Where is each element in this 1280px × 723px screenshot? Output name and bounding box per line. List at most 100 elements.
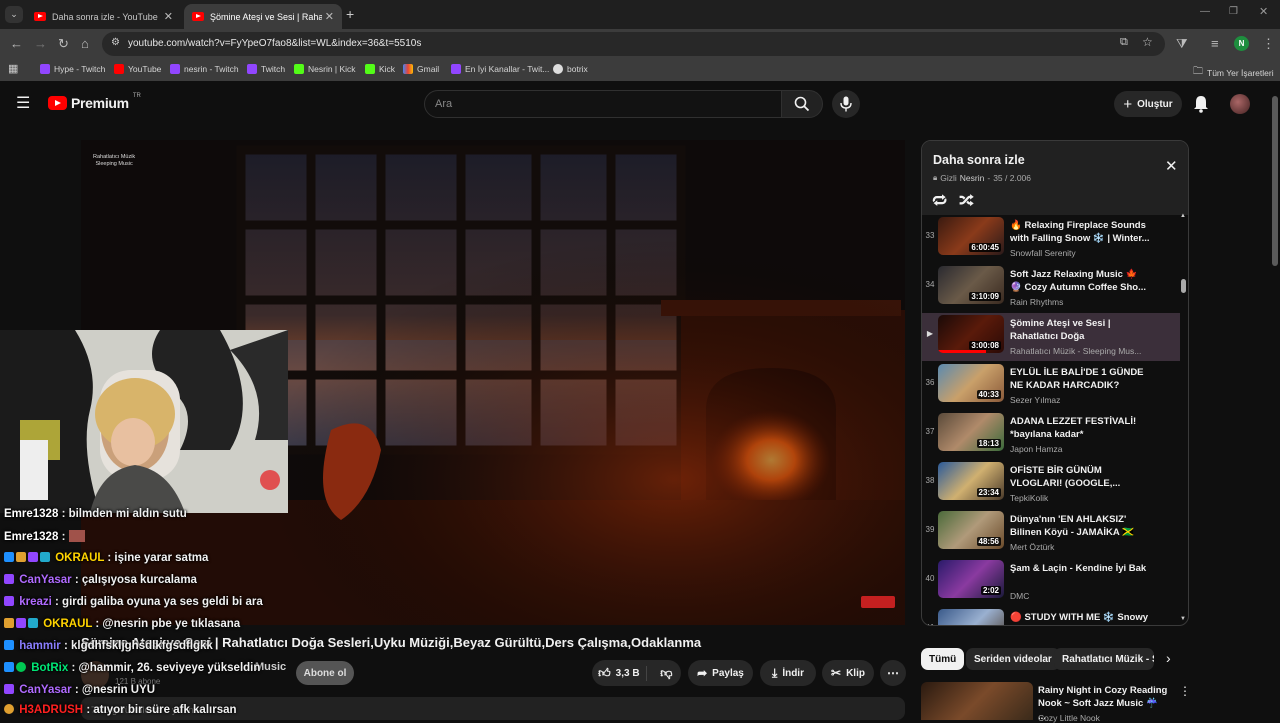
recommended-video[interactable]: Rainy Night in Cozy Reading Nook ~ Soft … xyxy=(921,682,1191,723)
bookmark-botrix[interactable]: botrix xyxy=(553,64,588,74)
close-tab-icon[interactable]: ✕ xyxy=(164,10,173,23)
chip-series-videos[interactable]: Seriden videolar xyxy=(966,648,1060,670)
logo-text: Premium xyxy=(71,95,129,111)
chat-message: Emre1328 : bilmden mi aldın sutu xyxy=(4,508,187,520)
bookmark-label: En İyi Kanallar - Twit... xyxy=(465,64,550,74)
close-window-icon[interactable]: ✕ xyxy=(1259,5,1268,18)
chip-all[interactable]: Tümü xyxy=(921,648,965,670)
playlist-item[interactable]: 37 18:13 ADANA LEZZET FESTİVALİ! *bayıla… xyxy=(922,411,1180,459)
bookmark-youtube[interactable]: YouTube xyxy=(114,64,161,74)
badge-icon xyxy=(4,704,14,714)
playlist-scrollbar[interactable] xyxy=(1181,279,1186,293)
download-button[interactable]: ⤓ İndir xyxy=(760,660,816,686)
bookmark-gmail[interactable]: Gmail xyxy=(403,64,439,74)
shuffle-icon[interactable]: 🔀︎ xyxy=(959,190,974,212)
extensions-icon[interactable]: ⧩ xyxy=(1176,37,1188,51)
chat-username: CanYasar xyxy=(19,684,72,696)
tab-search-icon[interactable]: ⌄ xyxy=(5,6,23,23)
all-bookmarks-folder[interactable]: 🗀 Tüm Yer İşaretleri xyxy=(1193,64,1274,81)
chat-text: : @nesrin UYU xyxy=(74,684,156,696)
create-button[interactable]: + Oluştur xyxy=(1114,91,1182,117)
bookmark-label: botrix xyxy=(567,64,588,74)
item-thumbnail: 2:02 xyxy=(938,560,1004,598)
bookmark-nesrin-kick[interactable]: Nesrin | Kick xyxy=(294,64,356,74)
like-button[interactable]: 👍︎ 3,3 B xyxy=(592,665,647,681)
search-button[interactable] xyxy=(781,90,823,118)
playlist-item[interactable]: 41 🔴 STUDY WITH ME ❄️ Snowy Edition | Co… xyxy=(922,607,1180,625)
playlist-item[interactable]: 33 6:00:45 🔥 Relaxing Fireplace Sounds w… xyxy=(922,215,1180,263)
back-icon[interactable]: ← xyxy=(10,37,23,51)
bookmark-twitch[interactable]: Twitch xyxy=(247,64,285,74)
scissors-icon: ✂ xyxy=(831,666,842,680)
close-tab-icon[interactable]: ✕ xyxy=(325,10,334,23)
badge-icon xyxy=(4,596,14,606)
item-channel: DMC xyxy=(1010,591,1030,601)
webcam-overlay xyxy=(0,330,288,513)
more-actions-button[interactable]: ⋯ xyxy=(880,660,906,686)
scroll-down-icon[interactable]: ▼ xyxy=(1180,616,1186,622)
search-input[interactable]: Ara xyxy=(424,90,782,118)
item-title: Soft Jazz Relaxing Music 🍁 🔮 Cozy Autumn… xyxy=(1010,269,1147,293)
apps-grid-icon[interactable]: ▦ xyxy=(8,62,18,75)
stream-chat-overlay: Emre1328 : bilmden mi aldın sutu Emre132… xyxy=(0,506,330,720)
item-channel: Snowfall Serenity xyxy=(1010,248,1076,258)
playlist-item[interactable]: 34 3:10:09 Soft Jazz Relaxing Music 🍁 🔮 … xyxy=(922,264,1180,312)
webcam-feed xyxy=(0,330,288,513)
voice-search-button[interactable] xyxy=(832,90,860,118)
item-duration: 18:13 xyxy=(976,439,1001,448)
new-tab-icon[interactable]: + xyxy=(346,6,354,22)
profile-initial: N xyxy=(1238,39,1245,48)
home-icon[interactable]: ⌂ xyxy=(81,37,89,51)
chat-text: : çalışıyosa kurcalama xyxy=(74,574,197,586)
hamburger-menu-icon[interactable]: ☰ xyxy=(16,93,30,113)
bookmark-best-channels[interactable]: En İyi Kanallar - Twit... xyxy=(451,64,549,74)
watermark-line1: Rahatlatıcı Müzik xyxy=(93,154,136,160)
forward-icon[interactable]: → xyxy=(34,37,47,51)
item-index: 33 xyxy=(925,231,935,240)
browser-tab-current-video[interactable]: Şömine Ateşi ve Sesi | Rahatlat ✕ xyxy=(184,4,342,29)
address-bar[interactable]: ⚙ youtube.com/watch?v=FyYpeO7fao8&list=W… xyxy=(102,32,1165,56)
notifications-bell-icon[interactable] xyxy=(1193,95,1209,113)
scroll-up-icon[interactable]: ▲ xyxy=(1180,213,1186,219)
maximize-icon[interactable]: ❐ xyxy=(1229,6,1238,17)
playlist-item-current[interactable]: ▶ 3:00:08 Şömine Ateşi ve Sesi | Rahatla… xyxy=(922,313,1180,361)
media-control-icon[interactable]: ≡ xyxy=(1211,37,1219,51)
playlist-item[interactable]: 36 40:33 EYLÜL İLE BALİ'DE 1 GÜNDE NE KA… xyxy=(922,362,1180,410)
bookmark-kick[interactable]: Kick xyxy=(365,64,395,74)
item-thumbnail: 3:10:09 xyxy=(938,266,1004,304)
playlist-item[interactable]: 38 23:34 OFİSTE BİR GÜNÜM VLOGLARI! (GOO… xyxy=(922,460,1180,508)
install-app-icon[interactable]: ⧉ xyxy=(1120,36,1128,49)
chips-next-icon[interactable]: › xyxy=(1166,650,1171,666)
playlist-item[interactable]: 40 2:02 Şam & Laçin - Kendine İyi Bak DM… xyxy=(922,558,1180,606)
loop-icon[interactable]: 🔁︎ xyxy=(932,190,947,212)
item-index: 34 xyxy=(925,280,935,289)
chip-label: Rahatlatıcı Müzik - Sl xyxy=(1062,653,1154,665)
bookmark-hype-twitch[interactable]: Hype - Twitch xyxy=(40,64,105,74)
account-avatar[interactable] xyxy=(1230,94,1250,114)
bookmark-label: Gmail xyxy=(417,64,440,74)
more-vertical-icon[interactable]: ⋮ xyxy=(1179,684,1191,698)
profile-avatar[interactable]: N xyxy=(1234,36,1249,51)
thumbs-down-icon[interactable]: 👎︎ xyxy=(652,666,681,681)
playlist-item[interactable]: 39 48:56 Dünya'nın 'EN AHLAKSIZ' Bilinen… xyxy=(922,509,1180,557)
emote-icon xyxy=(68,530,85,542)
item-duration: 23:34 xyxy=(976,488,1001,497)
item-thumbnail xyxy=(938,609,1004,625)
reload-icon[interactable]: ↻ xyxy=(58,37,69,51)
chrome-menu-icon[interactable]: ⋮ xyxy=(1262,37,1275,51)
clip-button[interactable]: ✂ Klip xyxy=(822,660,874,686)
playlist-title[interactable]: Daha sonra izle xyxy=(933,153,1025,167)
close-playlist-icon[interactable]: ✕ xyxy=(1165,157,1178,175)
site-info-icon[interactable]: ⚙ xyxy=(111,37,120,48)
search-icon xyxy=(794,96,810,112)
share-button[interactable]: ➦ Paylaş xyxy=(688,660,753,686)
youtube-premium-logo[interactable]: Premium TR xyxy=(48,93,141,111)
bookmark-nesrin-twitch[interactable]: nesrin - Twitch xyxy=(170,64,239,74)
browser-tab-watch-later[interactable]: Daha sonra izle - YouTube ✕ xyxy=(26,4,181,29)
chip-channel[interactable]: Rahatlatıcı Müzik - Sl xyxy=(1054,648,1154,670)
bookmarks-bar: ▦ Hype - Twitch YouTube nesrin - Twitch … xyxy=(0,59,1280,81)
bookmark-star-icon[interactable]: ☆ xyxy=(1142,35,1153,49)
minimize-icon[interactable]: — xyxy=(1200,6,1210,17)
playlist-owner[interactable]: Nesrin xyxy=(960,173,985,183)
page-scrollbar[interactable] xyxy=(1272,96,1278,266)
